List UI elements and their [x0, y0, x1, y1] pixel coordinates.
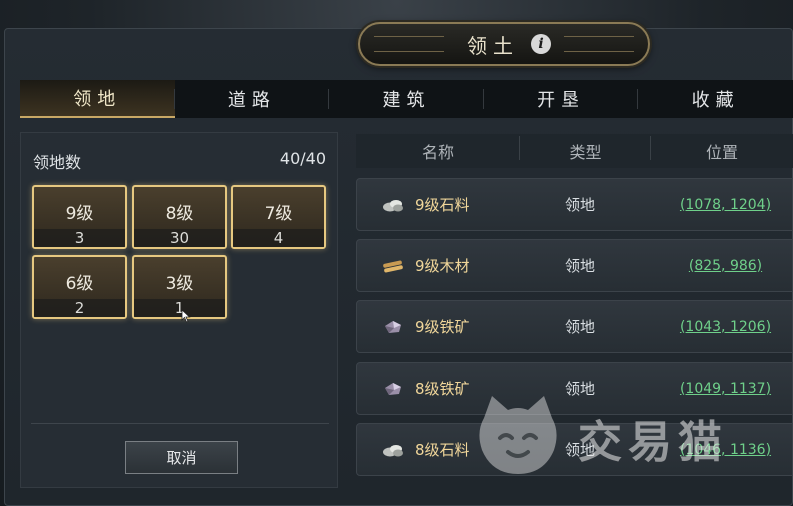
level-label: 6级	[65, 274, 94, 294]
resource-name: 8级铁矿	[415, 380, 470, 398]
table-row[interactable]: 9级铁矿 领地 (1043, 1206)	[356, 300, 793, 353]
position-link[interactable]: (1078, 1204)	[657, 197, 793, 213]
table-row[interactable]: 9级石料 领地 (1078, 1204)	[356, 178, 793, 231]
level-filter-card[interactable]: 6级 2	[32, 255, 127, 319]
stone-icon	[383, 200, 403, 212]
level-label: 8级	[165, 204, 194, 224]
resource-name: 8级石料	[415, 441, 470, 459]
resource-type: 领地	[565, 380, 596, 398]
divider	[31, 423, 329, 424]
mouse-cursor-icon	[181, 309, 191, 323]
level-label: 3级	[165, 274, 194, 294]
info-icon[interactable]: i	[531, 34, 551, 54]
tab-favorites[interactable]: 收藏	[638, 80, 793, 118]
level-filter-card[interactable]: 8级 30	[132, 185, 227, 249]
level-label: 7级	[264, 204, 293, 224]
level-filter-card[interactable]: 9级 3	[32, 185, 127, 249]
title-plaque: 领土 i	[358, 22, 650, 66]
territory-count-label: 领地数	[33, 153, 82, 172]
cancel-button[interactable]: 取消	[125, 441, 238, 474]
table-header: 名称 类型 位置	[356, 134, 793, 168]
column-header-name[interactable]: 名称	[356, 136, 520, 163]
resource-type: 领地	[565, 318, 596, 336]
level-filter-card[interactable]: 3级 1	[132, 255, 227, 319]
column-header-type[interactable]: 类型	[520, 136, 651, 163]
table-row[interactable]: 9级木材 领地 (825, 986)	[356, 239, 793, 292]
level-count: 30	[134, 229, 225, 247]
resource-type: 领地	[565, 441, 596, 459]
table-row[interactable]: 8级铁矿 领地 (1049, 1137)	[356, 362, 793, 415]
position-link[interactable]: (825, 986)	[657, 258, 793, 274]
level-filter-card[interactable]: 7级 4	[231, 185, 326, 249]
stone-icon	[383, 445, 403, 457]
resource-name: 9级木材	[415, 257, 470, 275]
level-label: 9级	[65, 204, 94, 224]
iron-ore-icon	[385, 383, 401, 395]
position-link[interactable]: (1043, 1206)	[657, 319, 793, 335]
level-count: 3	[34, 229, 125, 247]
position-link[interactable]: (1046, 1136)	[657, 442, 793, 458]
level-count: 1	[134, 299, 225, 317]
tab-reclaim[interactable]: 开垦	[484, 80, 639, 118]
tab-bar: 领地 道路 建筑 开垦 收藏	[20, 80, 793, 118]
territory-summary-panel: 领地数 40/40 9级 3 8级 30 7级 4 6级 2 3级 1 取消	[20, 132, 338, 488]
level-count: 4	[233, 229, 324, 247]
resource-name: 9级铁矿	[415, 318, 470, 336]
resource-type: 领地	[565, 196, 596, 214]
position-link[interactable]: (1049, 1137)	[657, 381, 793, 397]
tab-territory[interactable]: 领地	[20, 80, 175, 118]
territory-count-value: 40/40	[279, 149, 326, 168]
tab-roads[interactable]: 道路	[175, 80, 330, 118]
resource-name: 9级石料	[415, 196, 470, 214]
tab-buildings[interactable]: 建筑	[329, 80, 484, 118]
page-title: 领土	[467, 33, 519, 58]
table-row[interactable]: 8级石料 领地 (1046, 1136)	[356, 423, 793, 476]
level-count: 2	[34, 299, 125, 317]
resource-type: 领地	[565, 257, 596, 275]
wood-icon	[383, 260, 403, 273]
column-header-position[interactable]: 位置	[651, 139, 793, 163]
iron-ore-icon	[385, 321, 401, 333]
